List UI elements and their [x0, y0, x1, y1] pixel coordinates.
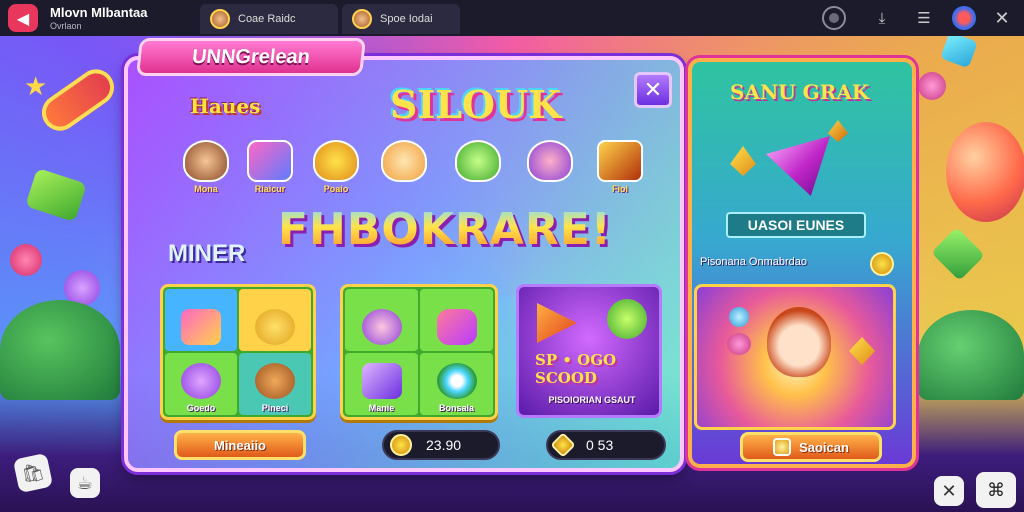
- shop-button[interactable]: Saoican: [740, 432, 882, 462]
- character-portrait: [381, 140, 427, 182]
- item-grid-a: Goedo Pineci: [160, 284, 316, 420]
- lollipop-decoration: [918, 72, 946, 100]
- grid-item[interactable]: Manie: [345, 353, 418, 415]
- panel-banner: UNNGrelean: [136, 38, 366, 76]
- tab-1[interactable]: Coae Raidc: [200, 4, 338, 34]
- shop-subtitle: Pisonana Onmabrdao: [700, 256, 808, 268]
- item-grid-b: Manie Bonsala: [340, 284, 498, 420]
- character-5[interactable]: [450, 140, 506, 204]
- arrow-icon: [537, 303, 577, 343]
- character-label: Mona: [194, 184, 218, 194]
- tab-label: Coae Raidc: [238, 13, 296, 25]
- promo-art: [537, 297, 647, 347]
- tree-decoration: [0, 300, 120, 400]
- avatar: [352, 9, 372, 29]
- star-coin-icon: [550, 432, 576, 458]
- grid-item-label: Bonsala: [438, 403, 474, 413]
- promo-title: SP • OGO SCOOD: [535, 351, 617, 387]
- currency-value: 0 53: [586, 437, 614, 453]
- character-portrait: [313, 140, 359, 182]
- close-icon: ✕: [643, 77, 663, 103]
- tools-icon[interactable]: ✕: [934, 476, 964, 506]
- coin-icon: [870, 252, 894, 276]
- character-label: Poaio: [323, 184, 349, 194]
- gem-icon: [729, 307, 749, 327]
- gift-icon: [181, 309, 221, 345]
- label-haves: Haues: [190, 94, 261, 118]
- character-portrait: [597, 140, 643, 182]
- star-decoration: ★: [24, 72, 48, 102]
- download-icon[interactable]: ⤓: [870, 6, 894, 30]
- record-icon[interactable]: [822, 6, 846, 30]
- app-subtitle: Ovrlaon: [50, 21, 82, 31]
- balloon-decoration: [946, 122, 1024, 222]
- character-6[interactable]: [522, 140, 578, 204]
- title-bar: ◀ Mlovn Mlbantaa Ovrlaon Coae Raidc Spoe…: [0, 0, 1024, 36]
- promo-card[interactable]: SP • OGO SCOOD PISOIORIAN GSAUT: [516, 284, 662, 418]
- label-silouk: SILOUK: [390, 82, 562, 127]
- shop-button-icon: [773, 438, 792, 456]
- bear-icon: [255, 363, 295, 399]
- character-portrait: [527, 140, 573, 182]
- grid-item[interactable]: Goedo: [165, 353, 237, 415]
- gem-icon: [727, 333, 751, 355]
- grid-item[interactable]: [345, 289, 418, 351]
- currency-pill-a: 23.90: [382, 430, 500, 460]
- character-4[interactable]: [376, 140, 432, 204]
- character-3[interactable]: Poaio: [308, 140, 364, 204]
- kitty-icon: [361, 309, 402, 345]
- shop-label: UASOI EUNES: [726, 212, 866, 238]
- character-portrait: [247, 140, 293, 182]
- shop-button-label: Saoican: [799, 439, 849, 455]
- tab-2[interactable]: Spoe Iodai: [342, 4, 460, 34]
- cup-icon[interactable]: ☕: [70, 468, 100, 498]
- promo-subtitle: PISOIORIAN GSAUT: [548, 395, 636, 405]
- hero-character: [767, 307, 831, 377]
- character-row: Mona Riaicur Poaio Fioi: [170, 140, 650, 204]
- ring-icon: [436, 363, 477, 399]
- arrow-left-icon: ◀: [16, 8, 30, 28]
- back-button[interactable]: ◀: [8, 4, 38, 32]
- close-panel-button[interactable]: ✕: [634, 72, 672, 108]
- grid-item-label: Pineci: [261, 403, 289, 413]
- character-label: Fioi: [612, 184, 628, 194]
- app-title: Mlovn Mlbantaa: [50, 5, 148, 20]
- character-2[interactable]: Riaicur: [242, 140, 298, 204]
- headline: FHBOKRARE!: [278, 204, 612, 255]
- label-miner: MINER: [168, 240, 246, 267]
- grid-item[interactable]: Bonsala: [420, 353, 493, 415]
- shop-title: SANU GRAK: [730, 80, 870, 104]
- bag-icon[interactable]: 🛍: [12, 452, 54, 494]
- grid-item[interactable]: [420, 289, 493, 351]
- grid-item[interactable]: [165, 289, 237, 351]
- currency-value: 23.90: [426, 437, 462, 453]
- box-icon: [361, 363, 402, 399]
- character-portrait: [183, 140, 229, 182]
- character-portrait: [455, 140, 501, 182]
- bush-decoration: [918, 310, 1024, 400]
- character-7[interactable]: Fioi: [592, 140, 648, 204]
- map-icon[interactable]: ⌘: [976, 472, 1016, 508]
- tab-label: Spoe Iodai: [380, 13, 433, 25]
- character-1[interactable]: Mona: [178, 140, 234, 204]
- brand-icon[interactable]: [952, 6, 976, 30]
- cat-icon: [255, 309, 295, 345]
- grid-item-label: Manie: [368, 403, 395, 413]
- grid-item[interactable]: [239, 289, 311, 351]
- character-label: Riaicur: [254, 184, 286, 194]
- pink-orb-decoration: [10, 244, 42, 276]
- close-icon[interactable]: ✕: [990, 6, 1014, 30]
- currency-pill-b: 0 53: [546, 430, 666, 460]
- grid-item[interactable]: Pineci: [239, 353, 311, 415]
- rocket-icon: [436, 309, 477, 345]
- grid-item-label: Goedo: [186, 403, 216, 413]
- shop-hero-image[interactable]: [694, 284, 896, 430]
- avatar: [210, 9, 230, 29]
- purple-creature-icon: [181, 363, 221, 399]
- gem-icon: [849, 337, 875, 365]
- coin-icon: [390, 434, 412, 456]
- menu-icon[interactable]: ☰: [912, 6, 936, 30]
- mine-button[interactable]: Mineaiio: [174, 430, 306, 460]
- ball-icon: [607, 299, 647, 339]
